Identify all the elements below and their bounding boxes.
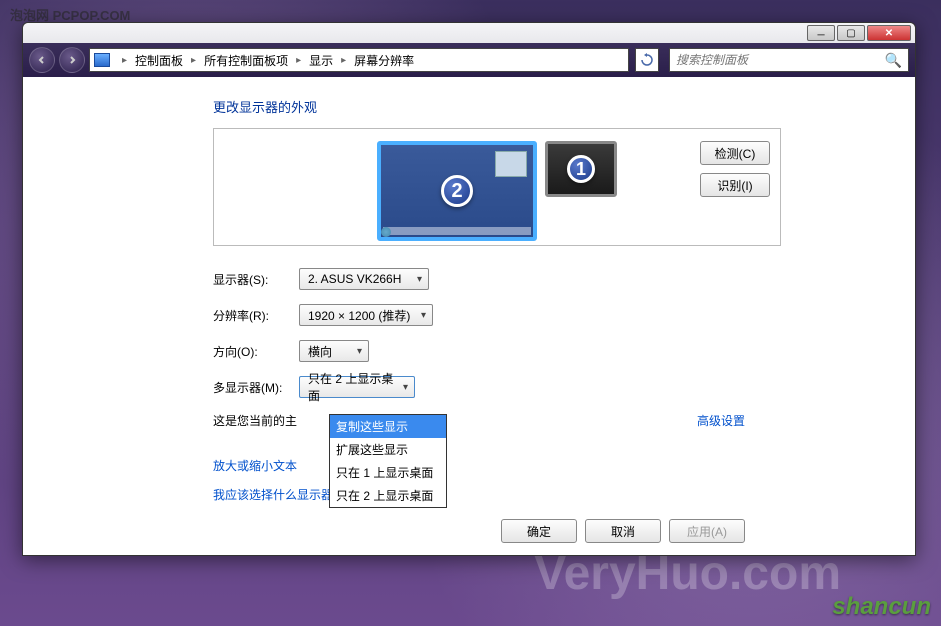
identify-button[interactable]: 识别(I) — [700, 173, 770, 197]
apply-button[interactable]: 应用(A) — [669, 519, 745, 543]
dialog-buttons: 确定 取消 应用(A) — [501, 519, 745, 543]
orientation-combo[interactable]: 横向 — [299, 340, 369, 362]
breadcrumb[interactable]: ▸ 控制面板 ▸ 所有控制面板项 ▸ 显示 ▸ 屏幕分辨率 — [89, 48, 629, 72]
breadcrumb-separator-icon: ▸ — [191, 55, 196, 66]
dropdown-item-duplicate[interactable]: 复制这些显示 — [330, 415, 446, 438]
breadcrumb-item-2[interactable]: 显示 — [307, 50, 335, 71]
display-settings-form: 显示器(S): 2. ASUS VK266H 分辨率(R): 1920 × 12… — [213, 268, 915, 398]
current-main-display-text: 这是您当前的主 — [213, 412, 297, 429]
monitor-1-number: 1 — [567, 155, 595, 183]
resolution-combo[interactable]: 1920 × 1200 (推荐) — [299, 304, 433, 326]
forward-button[interactable] — [59, 47, 85, 73]
monitor-2-number: 2 — [441, 175, 473, 207]
display-combo[interactable]: 2. ASUS VK266H — [299, 268, 429, 290]
search-input[interactable] — [676, 53, 885, 67]
taskbar-thumbnail-icon — [383, 227, 531, 235]
monitor-2-preview[interactable]: 2 — [377, 141, 537, 241]
dropdown-item-extend[interactable]: 扩展这些显示 — [330, 438, 446, 461]
maximize-button[interactable] — [837, 25, 865, 41]
breadcrumb-item-3[interactable]: 屏幕分辨率 — [352, 50, 416, 71]
detect-button[interactable]: 检测(C) — [700, 141, 770, 165]
multimonitor-combo[interactable]: 只在 2 上显示桌面 — [299, 376, 415, 398]
search-box[interactable]: 🔍 — [669, 48, 909, 72]
back-arrow-icon — [37, 55, 47, 65]
refresh-button[interactable] — [635, 48, 659, 72]
page-title: 更改显示器的外观 — [213, 97, 915, 116]
cancel-button[interactable]: 取消 — [585, 519, 661, 543]
breadcrumb-item-1[interactable]: 所有控制面板项 — [202, 50, 290, 71]
close-button[interactable] — [867, 25, 911, 41]
monitor-preview-area[interactable]: 2 1 检测(C) 识别(I) — [213, 128, 781, 246]
control-panel-window: ▸ 控制面板 ▸ 所有控制面板项 ▸ 显示 ▸ 屏幕分辨率 🔍 更改显示器的外观… — [22, 22, 916, 556]
control-panel-icon — [94, 53, 110, 67]
refresh-icon — [640, 53, 654, 67]
titlebar — [23, 23, 915, 43]
back-button[interactable] — [29, 47, 55, 73]
dropdown-item-only1[interactable]: 只在 1 上显示桌面 — [330, 461, 446, 484]
dropdown-item-only2[interactable]: 只在 2 上显示桌面 — [330, 484, 446, 507]
advanced-settings-link[interactable]: 高级设置 — [697, 412, 745, 429]
minimize-button[interactable] — [807, 25, 835, 41]
search-icon: 🔍 — [885, 52, 902, 69]
ok-button[interactable]: 确定 — [501, 519, 577, 543]
start-button-thumbnail-icon — [381, 227, 391, 237]
breadcrumb-separator-icon: ▸ — [296, 55, 301, 66]
breadcrumb-separator-icon: ▸ — [122, 55, 127, 66]
multimonitor-label: 多显示器(M): — [213, 379, 299, 396]
text-size-link[interactable]: 放大或缩小文本 — [213, 459, 297, 473]
multimonitor-dropdown: 复制这些显示 扩展这些显示 只在 1 上显示桌面 只在 2 上显示桌面 — [329, 414, 447, 508]
breadcrumb-separator-icon: ▸ — [341, 55, 346, 66]
display-label: 显示器(S): — [213, 271, 299, 288]
orientation-label: 方向(O): — [213, 343, 299, 360]
content-area: 更改显示器的外观 2 1 检测(C) 识别(I) 显示器(S) — [23, 77, 915, 555]
breadcrumb-item-0[interactable]: 控制面板 — [133, 50, 185, 71]
window-thumbnail-icon — [495, 151, 527, 177]
navigation-bar: ▸ 控制面板 ▸ 所有控制面板项 ▸ 显示 ▸ 屏幕分辨率 🔍 — [23, 43, 915, 77]
resolution-label: 分辨率(R): — [213, 307, 299, 324]
watermark-shancun: shancun — [832, 593, 931, 621]
forward-arrow-icon — [67, 55, 77, 65]
monitor-1-preview[interactable]: 1 — [545, 141, 617, 197]
